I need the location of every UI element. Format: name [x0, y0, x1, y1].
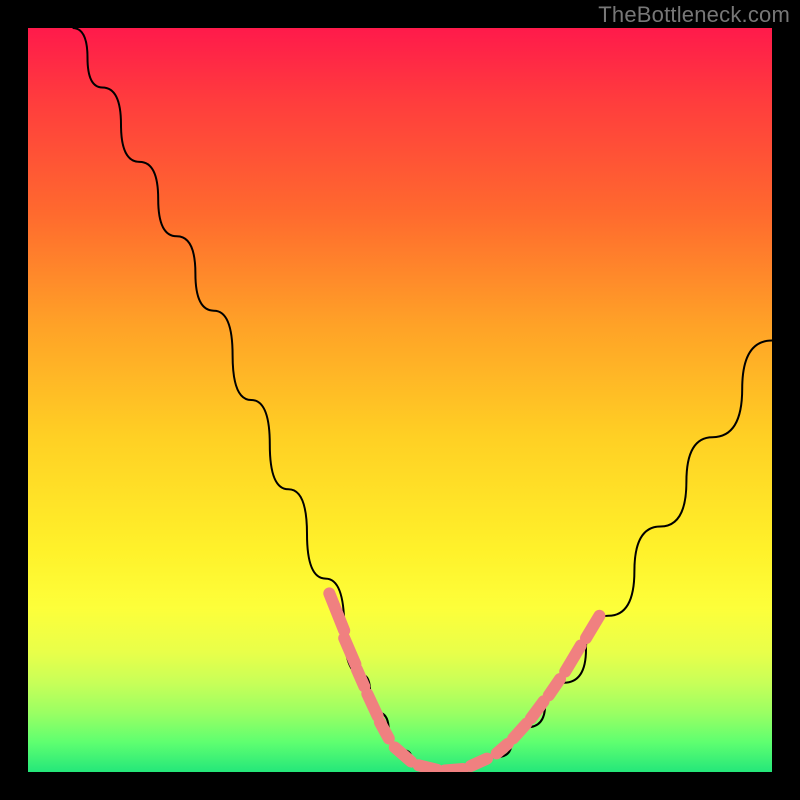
highlight-segment: [395, 747, 411, 761]
watermark-text: TheBottleneck.com: [598, 2, 790, 28]
highlight-segment: [380, 722, 389, 738]
highlight-segment: [344, 638, 355, 664]
highlight-segment: [357, 669, 365, 686]
bottleneck-curve: [73, 28, 772, 772]
outer-frame: TheBottleneck.com: [0, 0, 800, 800]
highlight-segment: [367, 694, 377, 716]
highlight-segment: [531, 701, 544, 718]
highlight-segment: [513, 724, 526, 739]
chart-svg: [28, 28, 772, 772]
highlight-segment: [549, 679, 560, 695]
highlight-segment: [586, 616, 599, 638]
highlight-segment: [497, 744, 508, 754]
highlight-segment: [565, 646, 581, 672]
plot-area: [28, 28, 772, 772]
highlight-segment: [419, 765, 438, 770]
highlight-segment: [471, 759, 487, 766]
highlight-segment: [445, 769, 464, 771]
